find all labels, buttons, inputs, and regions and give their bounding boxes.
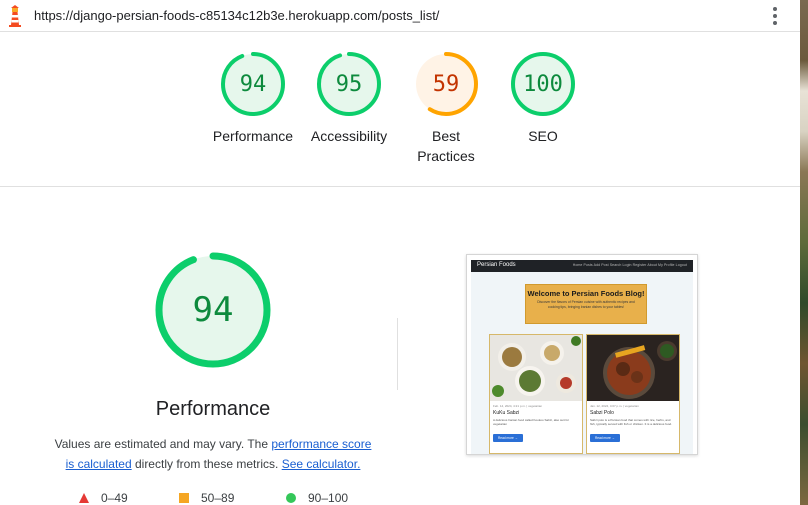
accessibility-gauge[interactable]: 95	[316, 51, 382, 117]
square-icon	[179, 493, 189, 503]
legend-average: 50–89	[179, 491, 234, 505]
thumb-card-meta: Jan. 12, 2024, 4:07 p.m. | vegetarian	[590, 404, 639, 408]
url-bar: https://django-persian-foods-c85134c12b3…	[0, 0, 800, 32]
thumb-card-image	[490, 335, 582, 401]
performance-label[interactable]: Performance	[203, 126, 303, 146]
best-practices-gauge[interactable]: 59	[413, 51, 479, 117]
desc-middle: directly from these metrics.	[131, 457, 282, 471]
desc-prefix: Values are estimated and may vary. The	[54, 437, 272, 451]
thumb-card: Feb. 14, 2024, 4:21 p.m. | vegetarian Ku…	[489, 334, 583, 454]
more-options-icon[interactable]	[768, 7, 782, 25]
accessibility-score: 95	[335, 71, 363, 97]
lighthouse-icon	[7, 5, 23, 27]
thumb-card-excerpt: Sabzi polo is a Persian food that comes …	[590, 418, 672, 426]
page-screenshot-thumbnail[interactable]: Persian Foods Home Posts Add Post Search…	[466, 254, 698, 455]
thumb-read-more-button: Read more →	[590, 434, 620, 442]
thumb-card: Jan. 12, 2024, 4:07 p.m. | vegetarian Sa…	[586, 334, 680, 454]
legend-pass: 90–100	[286, 491, 348, 505]
performance-detail-score: 94	[192, 290, 234, 330]
thumb-welcome-text: Discover the flavors of Persian cuisine …	[537, 300, 635, 309]
legend-fail-range: 0–49	[101, 491, 128, 505]
thumb-nav-links: Home Posts Add Post Search Login Registe…	[572, 263, 687, 267]
thumb-read-more-button: Read more →	[493, 434, 523, 442]
thumb-welcome-title: Welcome to Persian Foods Blog!	[527, 289, 645, 298]
performance-description: Values are estimated and may vary. The p…	[40, 434, 386, 474]
performance-gauge[interactable]: 94	[220, 51, 286, 117]
background-edge	[800, 0, 808, 505]
thumb-card-title: Sabzi Polo	[590, 410, 614, 416]
thumb-brand: Persian Foods	[477, 262, 516, 268]
thumb-welcome-box: Welcome to Persian Foods Blog! Discover …	[525, 284, 647, 324]
thumb-card-image	[587, 335, 679, 401]
legend-average-range: 50–89	[201, 491, 235, 505]
thumb-card-excerpt: A delicious Iranian food called Kookoo S…	[493, 418, 570, 426]
thumb-navbar: Persian Foods Home Posts Add Post Search…	[471, 260, 693, 272]
best-practices-label-line1: Best	[431, 128, 460, 144]
best-practices-score: 59	[432, 71, 460, 97]
legend-fail: 0–49	[79, 491, 128, 505]
seo-gauge[interactable]: 100	[510, 51, 576, 117]
triangle-icon	[79, 493, 89, 503]
section-divider	[0, 186, 800, 187]
thumb-card-meta: Feb. 14, 2024, 4:21 p.m. | vegetarian	[493, 404, 543, 408]
see-calculator-link[interactable]: See calculator.	[282, 457, 361, 471]
circle-icon	[286, 493, 296, 503]
seo-score: 100	[523, 71, 563, 97]
performance-detail-title: Performance	[155, 398, 271, 420]
accessibility-label[interactable]: Accessibility	[299, 126, 399, 146]
legend-pass-range: 90–100	[308, 491, 349, 505]
best-practices-label[interactable]: Best Practices	[396, 126, 496, 166]
seo-label[interactable]: SEO	[493, 126, 593, 146]
thumb-body: Welcome to Persian Foods Blog! Discover …	[471, 272, 693, 454]
thumb-card-title: KuKu Sabzi	[493, 410, 520, 416]
performance-detail-gauge: 94	[153, 250, 273, 370]
best-practices-label-line2: Practices	[417, 148, 475, 164]
is-calculated-link[interactable]: is calculated	[66, 457, 132, 471]
performance-score-link[interactable]: performance score	[271, 437, 371, 451]
page-url: https://django-persian-foods-c85134c12b3…	[34, 8, 440, 23]
vertical-divider	[397, 318, 398, 390]
performance-score: 94	[239, 71, 267, 97]
